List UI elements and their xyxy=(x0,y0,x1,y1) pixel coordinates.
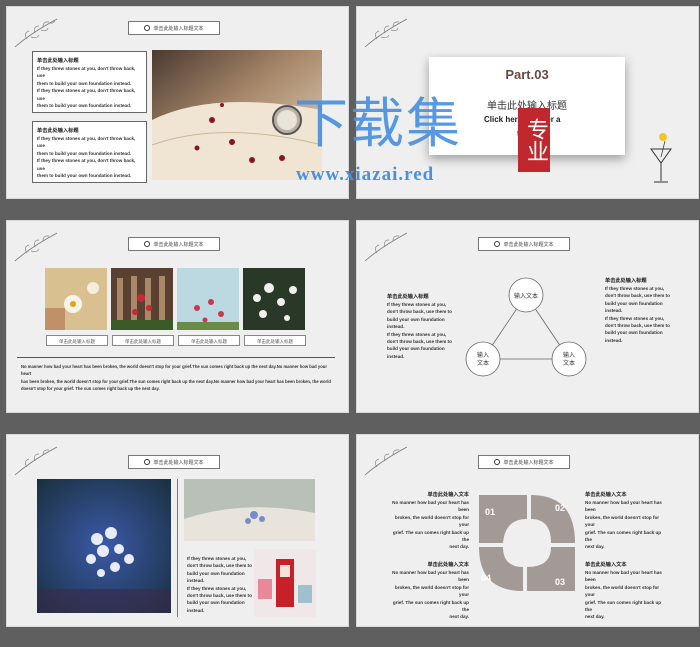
block-line: them to build your own foundation instea… xyxy=(37,103,132,109)
slide-18[interactable]: 单击此处输入标题文本 单击此处输入文本 No manner how bad yo… xyxy=(356,434,699,627)
white-flowers-photo xyxy=(243,268,305,330)
pinwheel-number-04: 04 xyxy=(481,573,492,583)
photo-caption-2[interactable]: 单击此处输入标题 xyxy=(112,335,174,346)
search-icon xyxy=(144,241,151,247)
photo-caption-1[interactable]: 单击此处输入标题 xyxy=(46,335,108,346)
search-icon xyxy=(144,459,151,465)
branch-icon xyxy=(364,232,408,262)
watermark-cn: 下载集 xyxy=(294,92,462,155)
search-icon xyxy=(494,459,501,465)
fence-rose-photo xyxy=(111,268,173,330)
text-block-br: 单击此处输入文本 No manner how bad your heart ha… xyxy=(585,562,662,620)
right-text-block: 单击此处输入标题 If they threw stones at you, do… xyxy=(605,278,670,343)
title-box[interactable]: 单击此处输入标题文本 xyxy=(478,455,570,469)
pinwheel-number-02: 02 xyxy=(555,503,566,513)
text-block-2: 单击此处输入标题 If they threw stones at you, do… xyxy=(32,121,147,183)
cocktail-glass-icon xyxy=(650,133,672,183)
red-flowers-photo xyxy=(177,268,239,330)
circle-label-left: 输入 文本 xyxy=(476,353,489,367)
branch-icon xyxy=(364,446,408,476)
divider-line xyxy=(17,357,335,358)
block-line: them to build your own foundation instea… xyxy=(37,173,132,179)
slide-17[interactable]: 单击此处输入标题文本 If they threw stones at you, … xyxy=(6,434,349,627)
daisy-photo xyxy=(45,268,107,330)
title-box[interactable]: 单击此处输入标题文本 xyxy=(128,237,220,251)
block-line: If they threw stones at you, don't throw… xyxy=(37,66,136,79)
block-heading: 单击此处输入标题 xyxy=(37,58,79,64)
block-line: them to build your own foundation instea… xyxy=(37,150,132,156)
slide-16[interactable]: 单击此处输入标题文本 单击此处输入标题 If they threw stones… xyxy=(356,220,699,413)
branch-icon xyxy=(14,18,58,48)
watermark: 下载集 www.xiazai.red 专业 xyxy=(286,92,550,194)
red-phonebooth-photo xyxy=(254,549,316,617)
search-icon xyxy=(494,241,501,247)
photo-caption-3[interactable]: 单击此处输入标题 xyxy=(178,335,240,346)
side-text-block: If they threw stones at you, don't throw… xyxy=(187,556,252,613)
block-line: them to build your own foundation instea… xyxy=(37,80,132,86)
title-box[interactable]: 单击此处输入标题文本 xyxy=(128,455,220,469)
watermark-seal: 专业 xyxy=(518,108,550,172)
circle-label-top: 输入文本 xyxy=(513,294,538,300)
pinwheel-number-03: 03 xyxy=(555,577,566,587)
branch-icon xyxy=(14,232,58,262)
text-block-1: 单击此处输入标题 If they threw stones at you, do… xyxy=(32,51,147,113)
title-box[interactable]: 单击此处输入标题文本 xyxy=(478,237,570,251)
circle-label-right: 输入 文本 xyxy=(562,353,575,367)
pinwheel-number-01: 01 xyxy=(485,507,496,517)
branch-icon xyxy=(14,446,58,476)
part-title: Part.03 xyxy=(505,67,549,82)
title-box[interactable]: 单击此处输入标题文本 xyxy=(128,21,220,35)
vertical-divider xyxy=(177,479,178,617)
slide-15[interactable]: 单击此处输入标题文本 单击此处输入标题 单击此处输入标题 单击此处输入标题 单击… xyxy=(6,220,349,413)
body-paragraph: No manner how bad your heart has been br… xyxy=(21,364,331,392)
book-flowers-photo xyxy=(184,479,315,541)
left-text-block: 单击此处输入标题 If they threw stones at you, do… xyxy=(387,294,452,359)
block-line: If they threw stones at you, don't throw… xyxy=(37,136,136,149)
text-block-tr: 单击此处输入文本 No manner how bad your heart ha… xyxy=(585,492,662,550)
block-heading: 单击此处输入标题 xyxy=(37,128,79,134)
watermark-url: www.xiazai.red xyxy=(296,164,435,185)
text-block-bl: 单击此处输入文本 No manner how bad your heart ha… xyxy=(392,562,469,620)
blue-flowers-photo xyxy=(37,479,171,613)
text-block-tl: 单击此处输入文本 No manner how bad your heart ha… xyxy=(392,492,469,550)
photo-caption-4[interactable]: 单击此处输入标题 xyxy=(244,335,306,346)
block-line: If they threw stones at you, don't throw… xyxy=(37,158,136,171)
branch-icon xyxy=(364,18,408,48)
search-icon xyxy=(144,25,151,31)
block-line: If they threw stones at you, don't throw… xyxy=(37,88,136,101)
